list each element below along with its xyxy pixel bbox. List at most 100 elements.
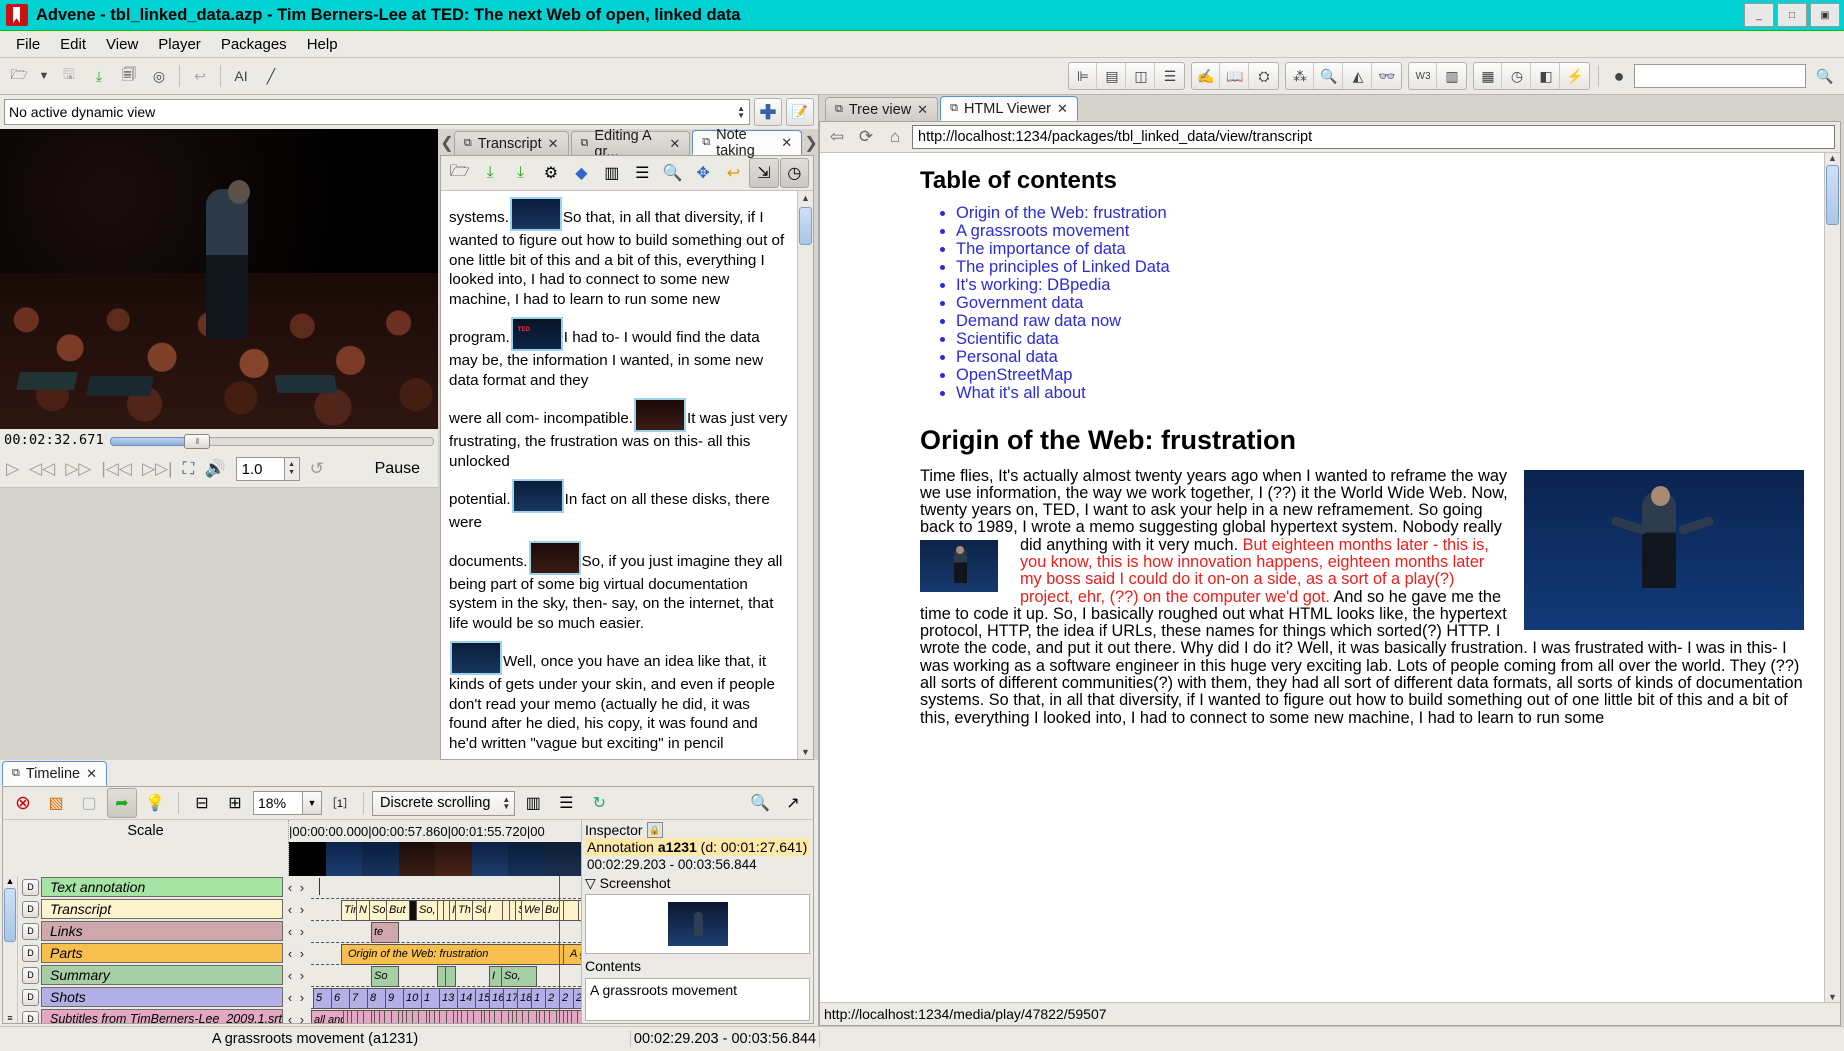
- history-icon[interactable]: ◷: [1504, 63, 1531, 89]
- track-nav-arrows[interactable]: ‹ ›: [283, 990, 311, 1005]
- track-lane[interactable]: TirNSoButSo,I wThSoISo,WeBudNW: [311, 897, 581, 921]
- track-name[interactable]: Transcript: [41, 899, 283, 919]
- chevron-down-icon[interactable]: ▼: [35, 62, 53, 90]
- save-icon[interactable]: ⤓: [475, 158, 504, 188]
- close-icon[interactable]: ✕: [669, 136, 680, 152]
- playback-rate-stepper[interactable]: ▲ ▼: [284, 457, 300, 481]
- track-dropdown-badge[interactable]: D: [22, 878, 39, 896]
- player-controls[interactable]: ▷ ◁◁ ▷▷ |◁◁ ▷▷| ⛶ 🔊 1.0 ▲ ▼ ↺ Pause: [0, 451, 438, 488]
- undo-icon[interactable]: ↩: [719, 158, 748, 188]
- note-snapshot-thumbnail[interactable]: [528, 540, 581, 575]
- contents-value[interactable]: A grassroots movement: [585, 978, 810, 1021]
- track-row-parts[interactable]: D Parts ‹ › Origin of the Web: frustrati…: [18, 941, 581, 965]
- menu-edit[interactable]: Edit: [50, 34, 96, 55]
- scroll-mode-select[interactable]: Discrete scrolling ▲ ▼: [372, 790, 516, 816]
- track-row-summary[interactable]: D Summary ‹ › So I So,: [18, 963, 581, 987]
- timeline-playhead[interactable]: [559, 898, 560, 921]
- track-lane[interactable]: [311, 876, 581, 898]
- track-lane[interactable]: all and w: [311, 1007, 581, 1023]
- toc-link[interactable]: What it's all about: [956, 384, 1086, 402]
- track-lane[interactable]: So I So,: [311, 963, 581, 987]
- toc-link[interactable]: A grassroots movement: [956, 222, 1129, 240]
- tab-timeline[interactable]: ⧉ Timeline ✕: [2, 761, 108, 786]
- toc-link[interactable]: The principles of Linked Data: [956, 258, 1170, 276]
- shot-segment[interactable]: 2: [573, 987, 581, 1009]
- scroll-down-icon[interactable]: ▼: [1828, 992, 1837, 1002]
- zoom-in-icon[interactable]: ⊞: [220, 788, 250, 818]
- find-icon[interactable]: 🔍: [658, 158, 687, 188]
- track-nav-arrows[interactable]: ‹ ›: [283, 968, 311, 983]
- cd-icon[interactable]: ◎: [145, 62, 173, 90]
- timeline-playhead[interactable]: [559, 920, 560, 943]
- toc-link[interactable]: Demand raw data now: [956, 312, 1121, 330]
- tab-html-viewer[interactable]: ⧉ HTML Viewer ✕: [940, 96, 1078, 121]
- back-icon[interactable]: ⇦: [825, 125, 849, 149]
- scrollbar-thumb[interactable]: [1826, 165, 1839, 225]
- toc-item[interactable]: Government data: [956, 294, 1804, 313]
- screenshot-icon[interactable]: ▦: [1475, 63, 1502, 89]
- filter-icon[interactable]: ▥: [597, 158, 626, 188]
- minimize-button[interactable]: _: [1744, 3, 1774, 27]
- track-nav-arrows[interactable]: ‹ ›: [283, 902, 311, 917]
- toc-link[interactable]: Government data: [956, 294, 1084, 312]
- green-arrow-icon[interactable]: ➦: [107, 788, 137, 818]
- transcription-icon[interactable]: ☰: [1157, 63, 1183, 89]
- close-icon[interactable]: ✕: [917, 102, 928, 118]
- track-name[interactable]: Shots: [41, 987, 283, 1007]
- timeline-tabbar[interactable]: ⧉ Timeline ✕: [0, 760, 818, 786]
- menu-file[interactable]: File: [6, 34, 50, 55]
- toc-item[interactable]: Demand raw data now: [956, 312, 1804, 331]
- align-icon[interactable]: ☰: [628, 158, 657, 188]
- tab-transcript[interactable]: ⧉ Transcript ✕: [453, 131, 569, 155]
- scroll-down-icon[interactable]: ▼: [801, 745, 810, 759]
- menu-help[interactable]: Help: [297, 34, 348, 55]
- track-lane[interactable]: 56789101131415161718122222: [311, 985, 581, 1009]
- center-icon[interactable]: ✥: [688, 158, 717, 188]
- close-button[interactable]: ▣: [1810, 3, 1840, 27]
- maximize-button[interactable]: □: [1777, 3, 1807, 27]
- shotvalidation-icon[interactable]: ▥: [1439, 63, 1465, 89]
- tab-scroll-prev[interactable]: ❮: [440, 131, 454, 155]
- track-name[interactable]: Summary: [41, 965, 283, 985]
- track-row-links[interactable]: D Links ‹ › te: [18, 919, 581, 943]
- inspector-screenshot[interactable]: [585, 894, 810, 954]
- browser-toolbar[interactable]: ⇦ ⟳ ⌂ http://localhost:1234/packages/tbl…: [820, 122, 1840, 153]
- snapshot-icon[interactable]: ⛶: [183, 459, 195, 479]
- relations-icon[interactable]: ⛭: [1251, 63, 1277, 89]
- note-toolbar[interactable]: 🗁 ⤓ ⤓ ⚙ ◆ ▥ ☰ 🔍 ✥ ↩ ⇲ ◷: [441, 156, 813, 191]
- rewind-button[interactable]: ◁◁: [29, 459, 55, 479]
- track-dropdown-badge[interactable]: D: [22, 922, 39, 940]
- scrollbar-thumb[interactable]: [4, 888, 16, 942]
- toc-item[interactable]: OpenStreetMap: [956, 366, 1804, 385]
- script-icon[interactable]: ⚡: [1562, 63, 1588, 89]
- close-icon[interactable]: ✕: [86, 766, 97, 782]
- ai-icon[interactable]: AI: [227, 62, 255, 90]
- transcript-segment[interactable]: [578, 899, 581, 921]
- close-circle-icon[interactable]: ⊗: [8, 788, 38, 818]
- toc-item[interactable]: The principles of Linked Data: [956, 258, 1804, 277]
- add-dynamic-view-button[interactable]: ✚: [754, 98, 782, 126]
- home-icon[interactable]: ⌂: [883, 125, 907, 149]
- url-input[interactable]: http://localhost:1234/packages/tbl_linke…: [912, 125, 1835, 149]
- timeline-playhead[interactable]: [559, 1008, 560, 1023]
- timeline-playhead[interactable]: [559, 986, 560, 1009]
- search-input[interactable]: [1634, 64, 1806, 88]
- track-dropdown-badge[interactable]: D: [22, 988, 39, 1006]
- tab-tree-view[interactable]: ⧉ Tree view ✕: [825, 97, 939, 121]
- toc-link[interactable]: OpenStreetMap: [956, 366, 1072, 384]
- main-toolbar[interactable]: 🗁 ▼ 🖫 ⤓ 🗐 ◎ ↩ AI ╱ ⊫ ▤ ◫ ☰ ✍ 📖 ⛭ ⁂ 🔍 ◭ 👓…: [0, 58, 1844, 95]
- track-dropdown-badge[interactable]: D: [22, 1010, 39, 1023]
- copy-package-icon[interactable]: 🗐: [115, 62, 143, 90]
- search-icon[interactable]: 🔍: [1316, 63, 1343, 89]
- scroll-up-icon[interactable]: ▲: [801, 191, 810, 205]
- summary-segment[interactable]: So,: [501, 965, 537, 987]
- toc-item[interactable]: Personal data: [956, 348, 1804, 367]
- compare-icon[interactable]: 👓: [1374, 63, 1400, 89]
- note-snapshot-thumbnail[interactable]: [450, 641, 502, 675]
- menu-view[interactable]: View: [96, 34, 148, 55]
- browser-icon[interactable]: 📖: [1222, 63, 1249, 89]
- view-button-group-2[interactable]: ✍ 📖 ⛭: [1191, 62, 1279, 90]
- toc-link[interactable]: Scientific data: [956, 330, 1059, 348]
- filmstrip-images[interactable]: [288, 842, 581, 876]
- playback-rate-input[interactable]: 1.0: [235, 457, 285, 481]
